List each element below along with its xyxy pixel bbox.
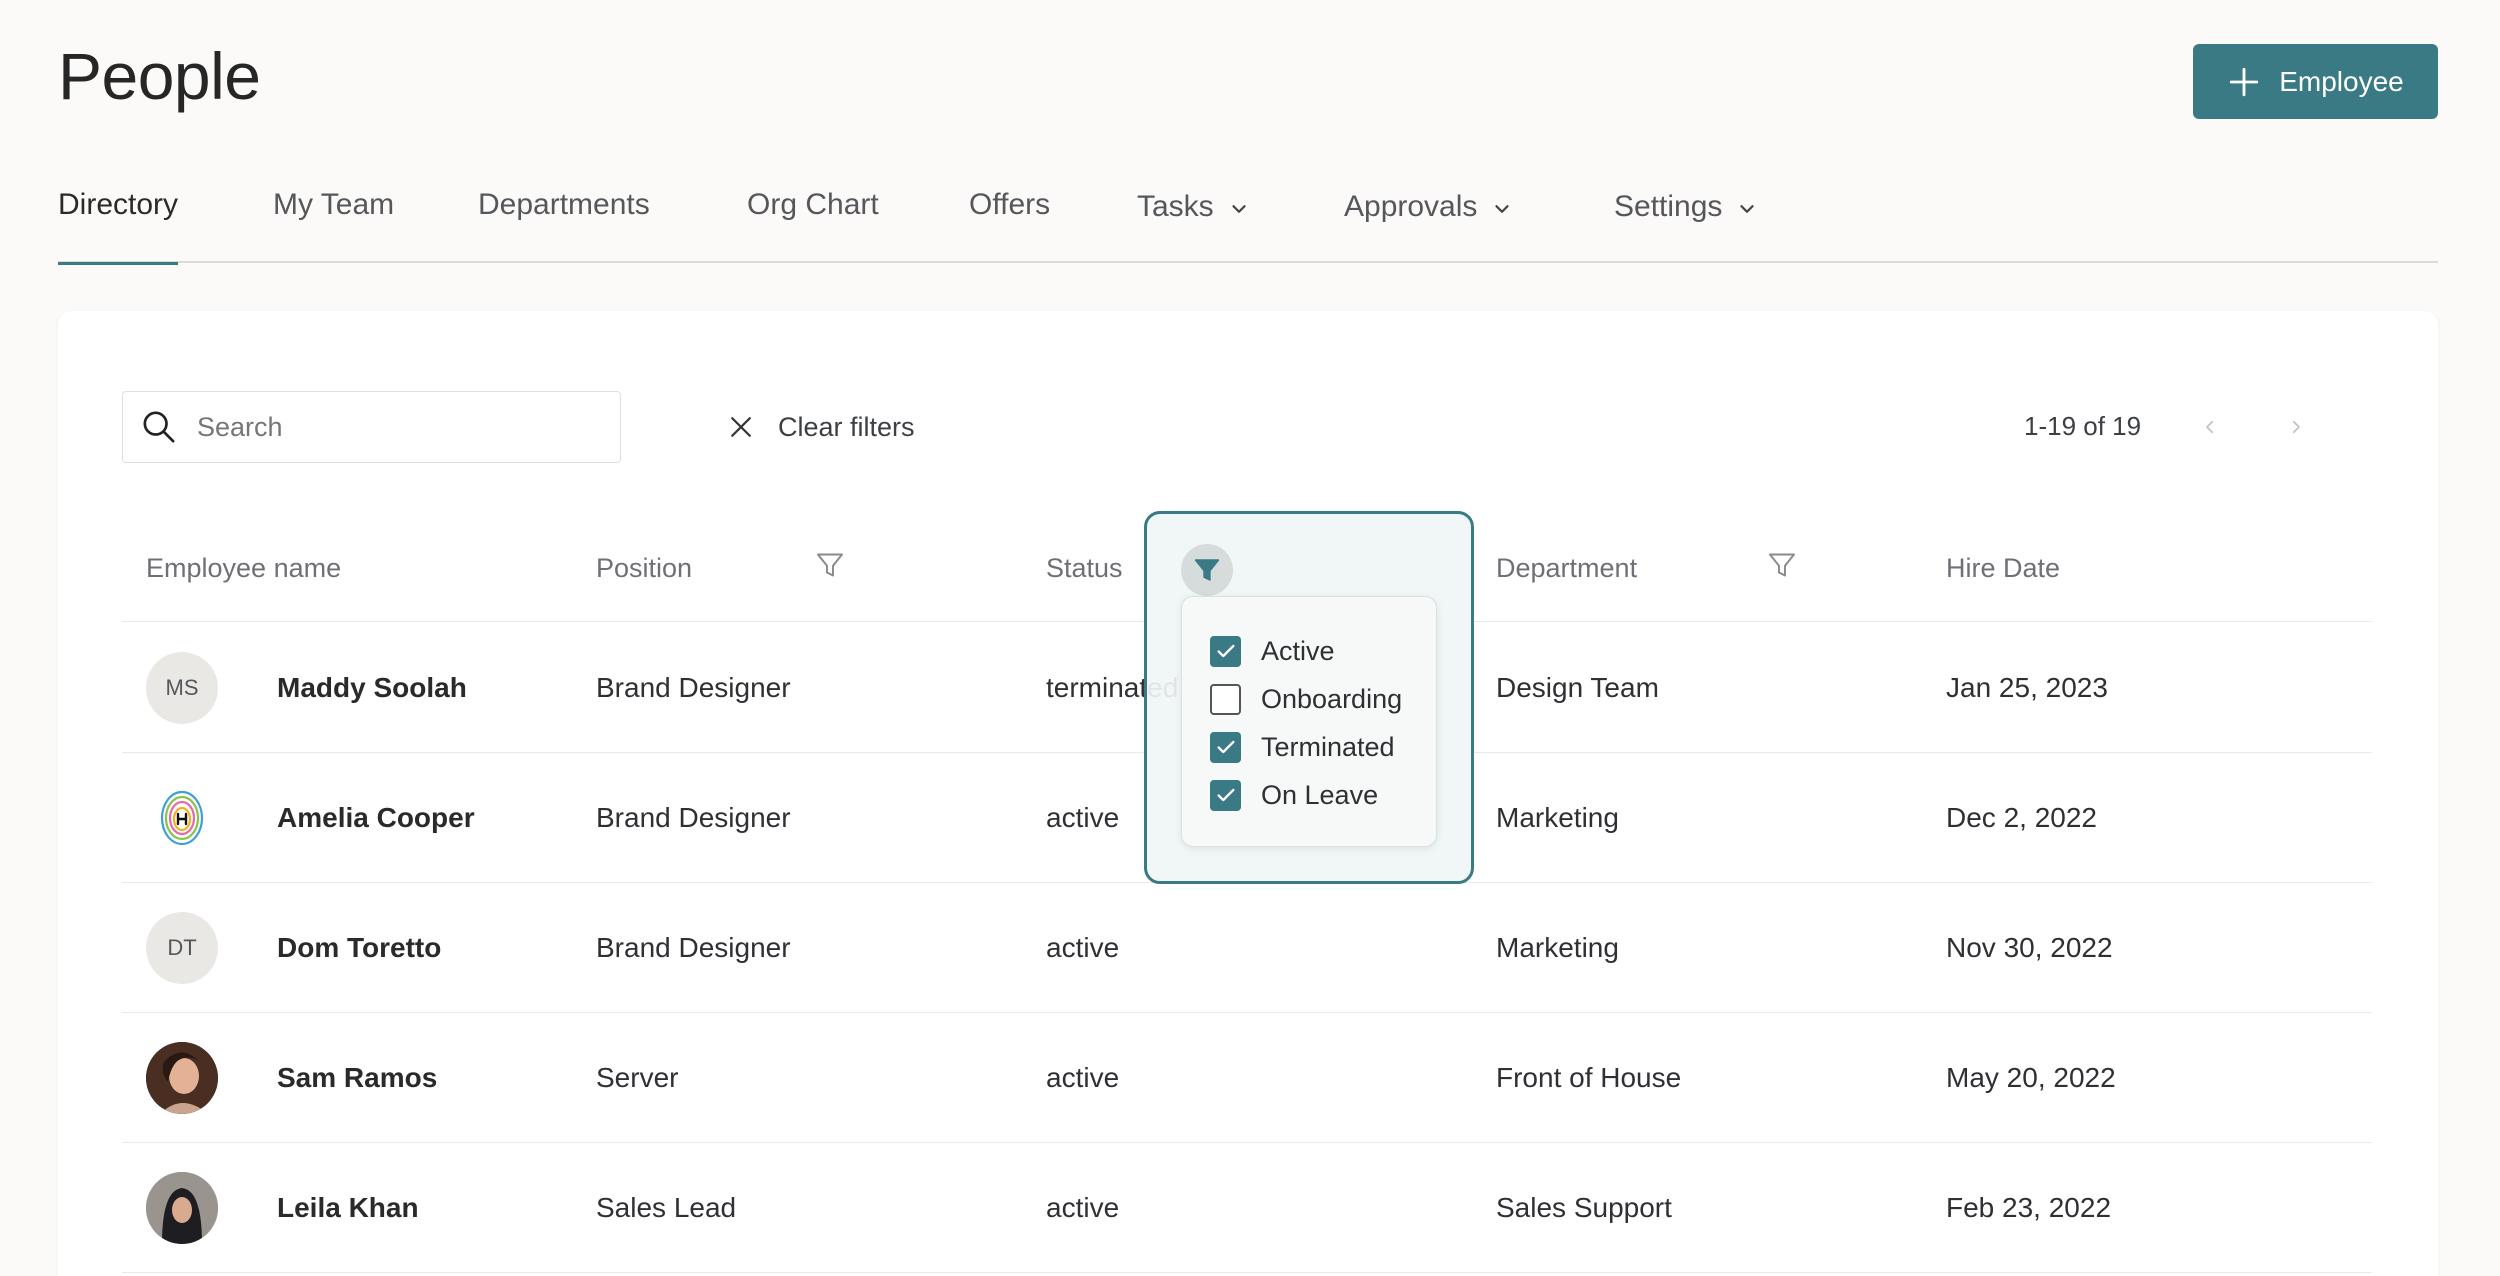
- employee-hire-date: Dec 2, 2022: [1946, 801, 2097, 833]
- status-filter-dropdown: Active Onboarding Terminated On Leave: [1181, 596, 1437, 847]
- employee-status: active: [1046, 1191, 1120, 1223]
- check-icon: [1216, 740, 1235, 754]
- status-filter-popover: Active Onboarding Terminated On Leave: [1144, 511, 1474, 884]
- employee-position: Brand Designer: [596, 671, 791, 703]
- employee-hire-date: Jan 25, 2023: [1946, 671, 2108, 703]
- status-option-on-leave[interactable]: On Leave: [1210, 777, 1378, 813]
- employee-department: Sales Support: [1496, 1191, 1672, 1223]
- tab-departments[interactable]: Departments: [478, 188, 650, 263]
- checkbox-unchecked[interactable]: [1210, 683, 1241, 715]
- status-option-terminated[interactable]: Terminated: [1210, 729, 1395, 765]
- avatar: [146, 1171, 218, 1244]
- avatar: DT: [146, 911, 218, 984]
- user-photo-icon: [146, 1041, 218, 1114]
- user-photo-icon: [146, 1171, 218, 1244]
- avatar: MS: [146, 651, 218, 724]
- column-header-department[interactable]: Department: [1496, 553, 1637, 584]
- search-input[interactable]: [197, 411, 577, 443]
- pagination-count: 1-19 of 19: [2024, 411, 2142, 441]
- employee-hire-date: May 20, 2022: [1946, 1061, 2116, 1093]
- close-icon: [731, 417, 751, 437]
- clear-filters-button[interactable]: Clear filters: [726, 404, 915, 450]
- page-title: People: [58, 39, 261, 113]
- filter-icon[interactable]: [812, 547, 848, 583]
- tab-settings[interactable]: Settings: [1614, 190, 1758, 265]
- clear-filters-label: Clear filters: [778, 411, 915, 442]
- status-option-onboarding[interactable]: Onboarding: [1210, 681, 1402, 717]
- company-logo-icon: [160, 790, 204, 845]
- employee-position: Sales Lead: [596, 1191, 737, 1223]
- column-header-hire-date[interactable]: Hire Date: [1946, 553, 2060, 584]
- employee-department: Design Team: [1496, 671, 1659, 703]
- avatar: [146, 781, 218, 854]
- table-row[interactable]: DT Dom Toretto Brand Designer active Mar…: [122, 883, 2372, 1013]
- checkbox-checked[interactable]: [1210, 635, 1241, 667]
- avatar: [146, 1041, 218, 1114]
- employee-position: Server: [596, 1061, 679, 1093]
- employee-hire-date: Feb 23, 2022: [1946, 1191, 2112, 1223]
- column-header-position[interactable]: Position: [596, 553, 692, 584]
- employee-name[interactable]: Sam Ramos: [277, 1062, 437, 1094]
- chevron-right-icon: [2292, 420, 2300, 434]
- next-page-button[interactable]: [2278, 407, 2314, 447]
- employee-status: active: [1046, 1061, 1120, 1093]
- table-row[interactable]: Leila Khan Sales Lead active Sales Suppo…: [122, 1143, 2372, 1273]
- tab-directory[interactable]: Directory: [58, 188, 179, 265]
- employee-hire-date: Nov 30, 2022: [1946, 931, 2113, 963]
- employee-department: Marketing: [1496, 801, 1619, 833]
- check-icon: [1216, 644, 1235, 658]
- employee-status: active: [1046, 931, 1120, 963]
- tab-bar: Directory My Team Departments Org Chart …: [58, 170, 2438, 265]
- employee-position: Brand Designer: [596, 931, 791, 963]
- plus-icon: [2230, 67, 2259, 96]
- column-header-name[interactable]: Employee name: [146, 553, 341, 584]
- employee-department: Marketing: [1496, 931, 1619, 963]
- tab-tasks[interactable]: Tasks: [1137, 190, 1250, 265]
- tab-approvals[interactable]: Approvals: [1344, 190, 1513, 265]
- chevron-down-icon: [1232, 205, 1246, 213]
- status-option-active[interactable]: Active: [1210, 633, 1335, 669]
- status-filter-button[interactable]: [1181, 544, 1233, 596]
- employee-name[interactable]: Amelia Cooper: [277, 802, 475, 834]
- tab-my-team[interactable]: My Team: [273, 188, 394, 263]
- prev-page-button[interactable]: [2192, 407, 2228, 447]
- chevron-down-icon: [1740, 205, 1755, 213]
- column-header-status[interactable]: Status: [1046, 553, 1123, 584]
- employee-department: Front of House: [1496, 1061, 1682, 1093]
- search-box[interactable]: [122, 391, 621, 463]
- add-employee-button[interactable]: Employee: [2193, 44, 2438, 119]
- employee-name[interactable]: Dom Toretto: [277, 932, 441, 964]
- tab-offers[interactable]: Offers: [969, 188, 1050, 263]
- checkbox-checked[interactable]: [1210, 779, 1241, 811]
- employee-name[interactable]: Leila Khan: [277, 1192, 419, 1224]
- add-employee-label: Employee: [2279, 65, 2404, 97]
- search-icon: [143, 411, 175, 443]
- check-icon: [1216, 788, 1235, 802]
- table-row[interactable]: Sam Ramos Server active Front of House M…: [122, 1013, 2372, 1143]
- employee-status: active: [1046, 801, 1120, 833]
- tab-org-chart[interactable]: Org Chart: [747, 188, 879, 263]
- chevron-left-icon: [2206, 420, 2214, 434]
- chevron-down-icon: [1495, 205, 1510, 213]
- checkbox-checked[interactable]: [1210, 731, 1241, 763]
- filter-icon: [1194, 559, 1220, 581]
- filter-icon[interactable]: [1764, 547, 1800, 583]
- employee-name[interactable]: Maddy Soolah: [277, 672, 467, 704]
- employee-position: Brand Designer: [596, 801, 791, 833]
